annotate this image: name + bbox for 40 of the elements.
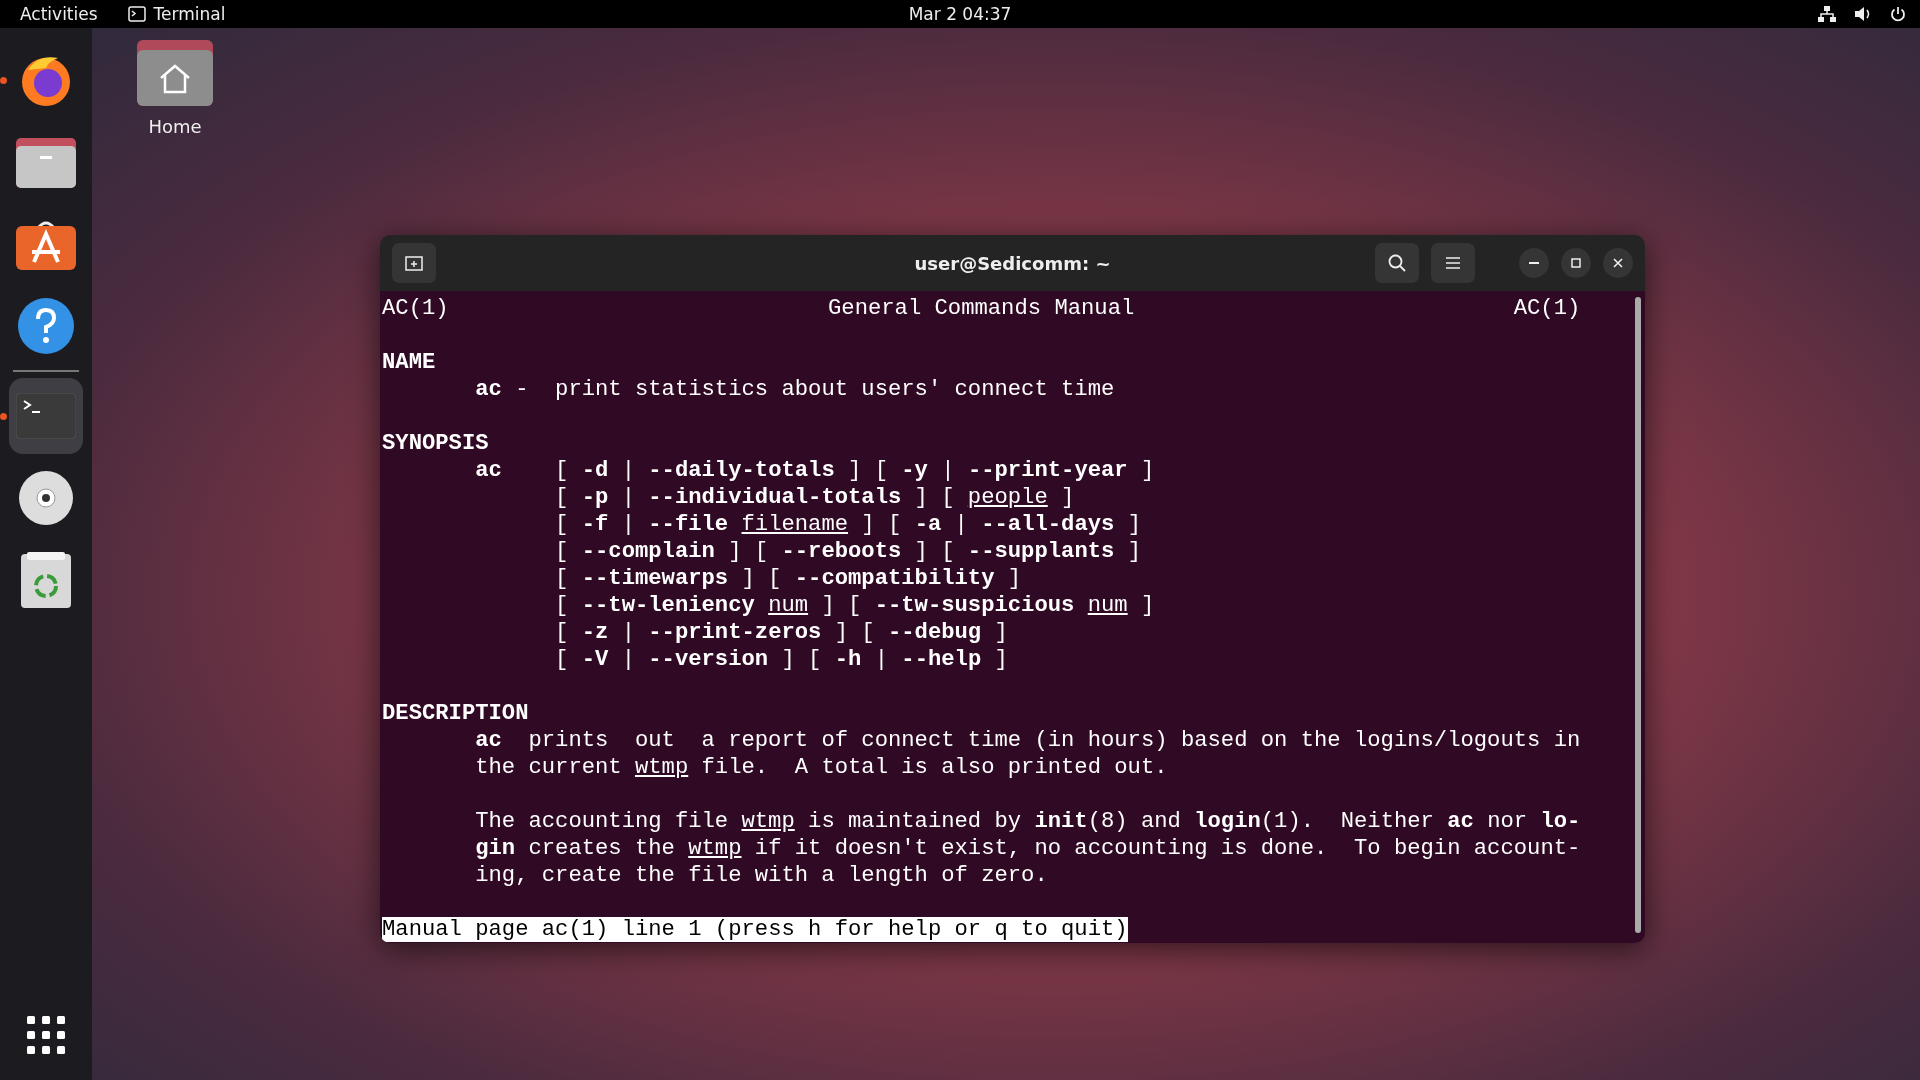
clock[interactable]: Mar 2 04:37	[908, 4, 1012, 24]
synopsis-options: [ -d | --daily-totals ] [ -y | --print-year ] [ -p | --individual-totals ] [ people ] [ -f | --file filename ] [ -a | --all-days ] [ --complain ] [ --reboots ] [ --supplants ] [ --timewarps ] [ --compatibility ] [ --tw-leniency num ] [ --tw-suspicious num ] [ -z | --print-zeros ] [ --debug ] [ -V | --version ] [ -h | --help ]	[555, 457, 1581, 673]
terminal-icon	[127, 6, 146, 22]
synopsis-command: ac	[475, 457, 503, 485]
disc-icon	[18, 470, 74, 526]
close-icon	[1613, 258, 1623, 268]
maximize-button[interactable]	[1561, 248, 1591, 278]
desktop-icon-label[interactable]: Home	[148, 116, 202, 137]
maximize-icon	[1571, 258, 1581, 268]
home-folder-icon[interactable]	[137, 40, 213, 106]
man-header-text: General Commands Manual	[828, 295, 1135, 322]
network-icon[interactable]	[1818, 6, 1836, 22]
minimize-icon	[1529, 262, 1539, 264]
menu-button[interactable]	[1431, 243, 1475, 283]
man-paragraph: ac prints out a report of connect time (in hours) based on the logins/logouts in the current wtmp file. A total is also printed out.	[475, 727, 1581, 781]
man-header-text: AC(1)	[1513, 295, 1581, 322]
recycle-bin-icon	[21, 552, 71, 608]
folder-icon	[16, 136, 76, 188]
section-heading: DESCRIPTION	[382, 700, 529, 727]
search-button[interactable]	[1375, 243, 1419, 283]
terminal-icon	[16, 393, 76, 439]
window-title: user@Sedicomm: ~	[914, 252, 1111, 274]
section-heading: NAME	[382, 349, 436, 376]
new-tab-button[interactable]	[392, 243, 436, 283]
section-heading: SYNOPSIS	[382, 430, 489, 457]
power-icon[interactable]	[1890, 6, 1906, 22]
activities-button[interactable]: Activities	[20, 4, 98, 24]
scrollbar-thumb[interactable]	[1635, 297, 1641, 933]
volume-icon[interactable]	[1854, 6, 1872, 22]
man-paragraph: The accounting file wtmp is maintained by init(8) and login(1). Neither ac nor lo- gin creates the wtmp if it doesn't exist, no accounting is done. To begin account- ing, create the file with a length of zero.	[475, 808, 1581, 889]
minimize-button[interactable]	[1519, 248, 1549, 278]
app-grid-icon[interactable]	[27, 1016, 65, 1054]
app-menu-label[interactable]: Terminal	[153, 4, 226, 24]
menu-icon	[1445, 256, 1461, 270]
search-icon	[1388, 254, 1406, 272]
man-header-text: AC(1)	[382, 295, 449, 322]
question-mark-icon	[17, 297, 75, 355]
close-button[interactable]	[1603, 248, 1633, 278]
new-tab-icon	[405, 255, 423, 271]
man-paragraph: ac - print statistics about users' connect time	[475, 376, 1115, 403]
